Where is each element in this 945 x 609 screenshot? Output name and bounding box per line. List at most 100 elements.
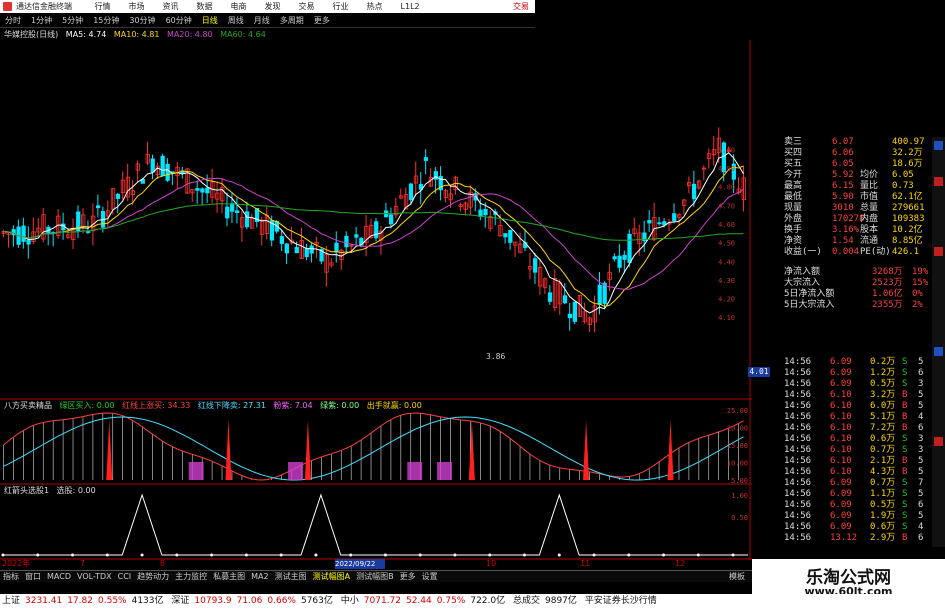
period-tab[interactable]: 1分钟	[31, 14, 52, 28]
period-tab-selected[interactable]: 日线	[202, 14, 218, 28]
candle-body	[95, 205, 101, 209]
indicator-tab[interactable]: MA2	[248, 571, 271, 583]
total-label: 总成交	[512, 596, 540, 606]
menu-item[interactable]: 交易	[299, 0, 315, 13]
tick-row: 14:56 6.10 7.2万 B 6	[752, 423, 945, 434]
tick-side: S	[902, 478, 908, 488]
tick-time: 14:56	[784, 445, 812, 455]
period-tab[interactable]: 15分钟	[93, 14, 119, 28]
side-icon[interactable]	[934, 141, 943, 150]
ind1-tick-label: 10.00	[727, 460, 748, 468]
kline-chart[interactable]: 5.00 4.90 4.80 4.70 4.60 4.50 4.40 4.30 4.20 4.10…	[0, 40, 752, 570]
ind1-red-spike	[106, 420, 113, 480]
indicator-tab[interactable]: 主力监控	[172, 571, 210, 583]
side-icon[interactable]	[934, 347, 943, 356]
menu-item[interactable]: 发现	[265, 0, 281, 13]
tick-time: 14:56	[784, 511, 812, 521]
title-bar: 通达信金融终端 行情 市场 资讯 数据 电商 发现 交易 行业 热点 L1L2 交易	[0, 0, 535, 13]
indicator-tab[interactable]: 私募主图	[210, 571, 248, 583]
indicator-tab[interactable]: 趋势动力	[134, 571, 172, 583]
period-tab[interactable]: 分时	[5, 14, 21, 28]
index-name[interactable]: 上证	[2, 596, 20, 606]
side-icon[interactable]	[934, 177, 943, 186]
menu-item[interactable]: 热点	[367, 0, 383, 13]
menu-item[interactable]: 资讯	[163, 0, 179, 13]
tick-volume: 0.6万	[870, 434, 896, 444]
tick-time: 14:56	[784, 478, 812, 488]
candle-body	[304, 248, 309, 258]
ind2-dot	[175, 553, 179, 557]
tick-row: 14:56 6.10 3.2万 B 5	[752, 390, 945, 401]
quote-value2: 279661	[892, 203, 925, 213]
indicator-tab[interactable]: CCI	[115, 571, 135, 583]
period-tab[interactable]: 多周期	[280, 14, 304, 28]
indicator-tab[interactable]: 窗口	[22, 571, 44, 583]
menu-item[interactable]: 市场	[129, 0, 145, 13]
flow-value: 2523万	[872, 278, 903, 288]
ind2-dot	[488, 553, 492, 557]
quote-value2: 8.85亿	[892, 236, 923, 246]
price-tick-label: 4.30	[718, 277, 735, 285]
ind2-dot	[418, 553, 422, 557]
tick-time: 14:56	[784, 434, 812, 444]
date-tick: 12	[675, 559, 686, 568]
price-tick-label: 4.10	[718, 314, 735, 322]
indicator-tab[interactable]: 测试主图	[272, 571, 310, 583]
quote-row: 最高 6.15 量比 0.73	[752, 181, 945, 192]
tick-count: 7	[918, 478, 924, 488]
ma10-line	[3, 165, 744, 307]
indicator-tab[interactable]: VOL-TDX	[74, 571, 115, 583]
tick-count: 5	[918, 489, 924, 499]
template-button[interactable]: 模板	[726, 571, 748, 583]
tick-side: B	[902, 533, 908, 543]
tick-row: 14:56 6.09 0.5万 S 3	[752, 379, 945, 390]
price-tick-label: 4.80	[718, 184, 735, 192]
tick-volume: 1.9万	[870, 511, 896, 521]
period-tab[interactable]: 5分钟	[62, 14, 83, 28]
indicator-tab[interactable]: 测试幅图B	[353, 571, 397, 583]
menu-item[interactable]: 数据	[197, 0, 213, 13]
trade-button[interactable]: 交易	[513, 0, 529, 13]
indicator-tab[interactable]: MACD	[44, 571, 74, 583]
candle-body	[235, 210, 240, 213]
ind1-red-spike	[667, 420, 674, 480]
tick-count: 6	[918, 500, 924, 510]
menu-item[interactable]: L1L2	[401, 0, 420, 13]
indicator-tab[interactable]: 更多	[397, 571, 419, 583]
tick-time: 14:56	[784, 401, 812, 411]
index-name[interactable]: 深证	[171, 596, 189, 606]
quote-label: 买四	[784, 148, 803, 158]
tick-volume: 0.7万	[870, 445, 896, 455]
indicator1-legend: 八方买卖精品 绿区买入: 0.00 红线上涨买: 34.33 红线下降卖: 27…	[4, 400, 427, 411]
price-tick-label: 4.90	[718, 165, 735, 173]
quote-row: 换手 3.16% 股本 10.2亿	[752, 225, 945, 236]
indicator-tab-selected[interactable]: 测试幅图A	[310, 571, 353, 583]
tick-row: 14:56 6.10 2.1万 B 5	[752, 456, 945, 467]
period-tab[interactable]: 更多	[314, 14, 330, 28]
quote-value2: 109383	[892, 214, 925, 224]
period-tab[interactable]: 月线	[254, 14, 270, 28]
tick-volume: 5.1万	[870, 412, 896, 422]
indicator-tab[interactable]: 指标	[0, 571, 22, 583]
menu-item[interactable]: 行情	[95, 0, 111, 13]
menu-item[interactable]: 电商	[231, 0, 247, 13]
flow-value: 1.06亿	[872, 289, 903, 299]
tick-side: B	[902, 467, 908, 477]
period-tab[interactable]: 30分钟	[129, 14, 155, 28]
ind1-legend-item: 绿区买入: 0.00	[59, 401, 115, 410]
menu-item[interactable]: 行业	[333, 0, 349, 13]
quote-label: 收益(一)	[784, 247, 822, 257]
tick-time: 14:56	[784, 522, 812, 532]
indicator-tab[interactable]: 设置	[419, 571, 441, 583]
market-status-bar: 上证 3231.41 17.82 0.55% 4133亿 深证 10793.9 71.06 0…	[0, 594, 945, 609]
tick-side: S	[902, 522, 908, 532]
quote-label2: 总量	[860, 203, 879, 213]
period-tab[interactable]: 周线	[228, 14, 244, 28]
candle-body	[533, 258, 538, 273]
index-change: 71.06	[236, 596, 263, 606]
side-icon[interactable]	[934, 247, 943, 256]
period-tab[interactable]: 60分钟	[166, 14, 192, 28]
quote-label: 现量	[784, 203, 803, 213]
index-name[interactable]: 中小	[341, 596, 359, 606]
ind1-legend-item: 粉紫: 7.04	[273, 401, 313, 410]
